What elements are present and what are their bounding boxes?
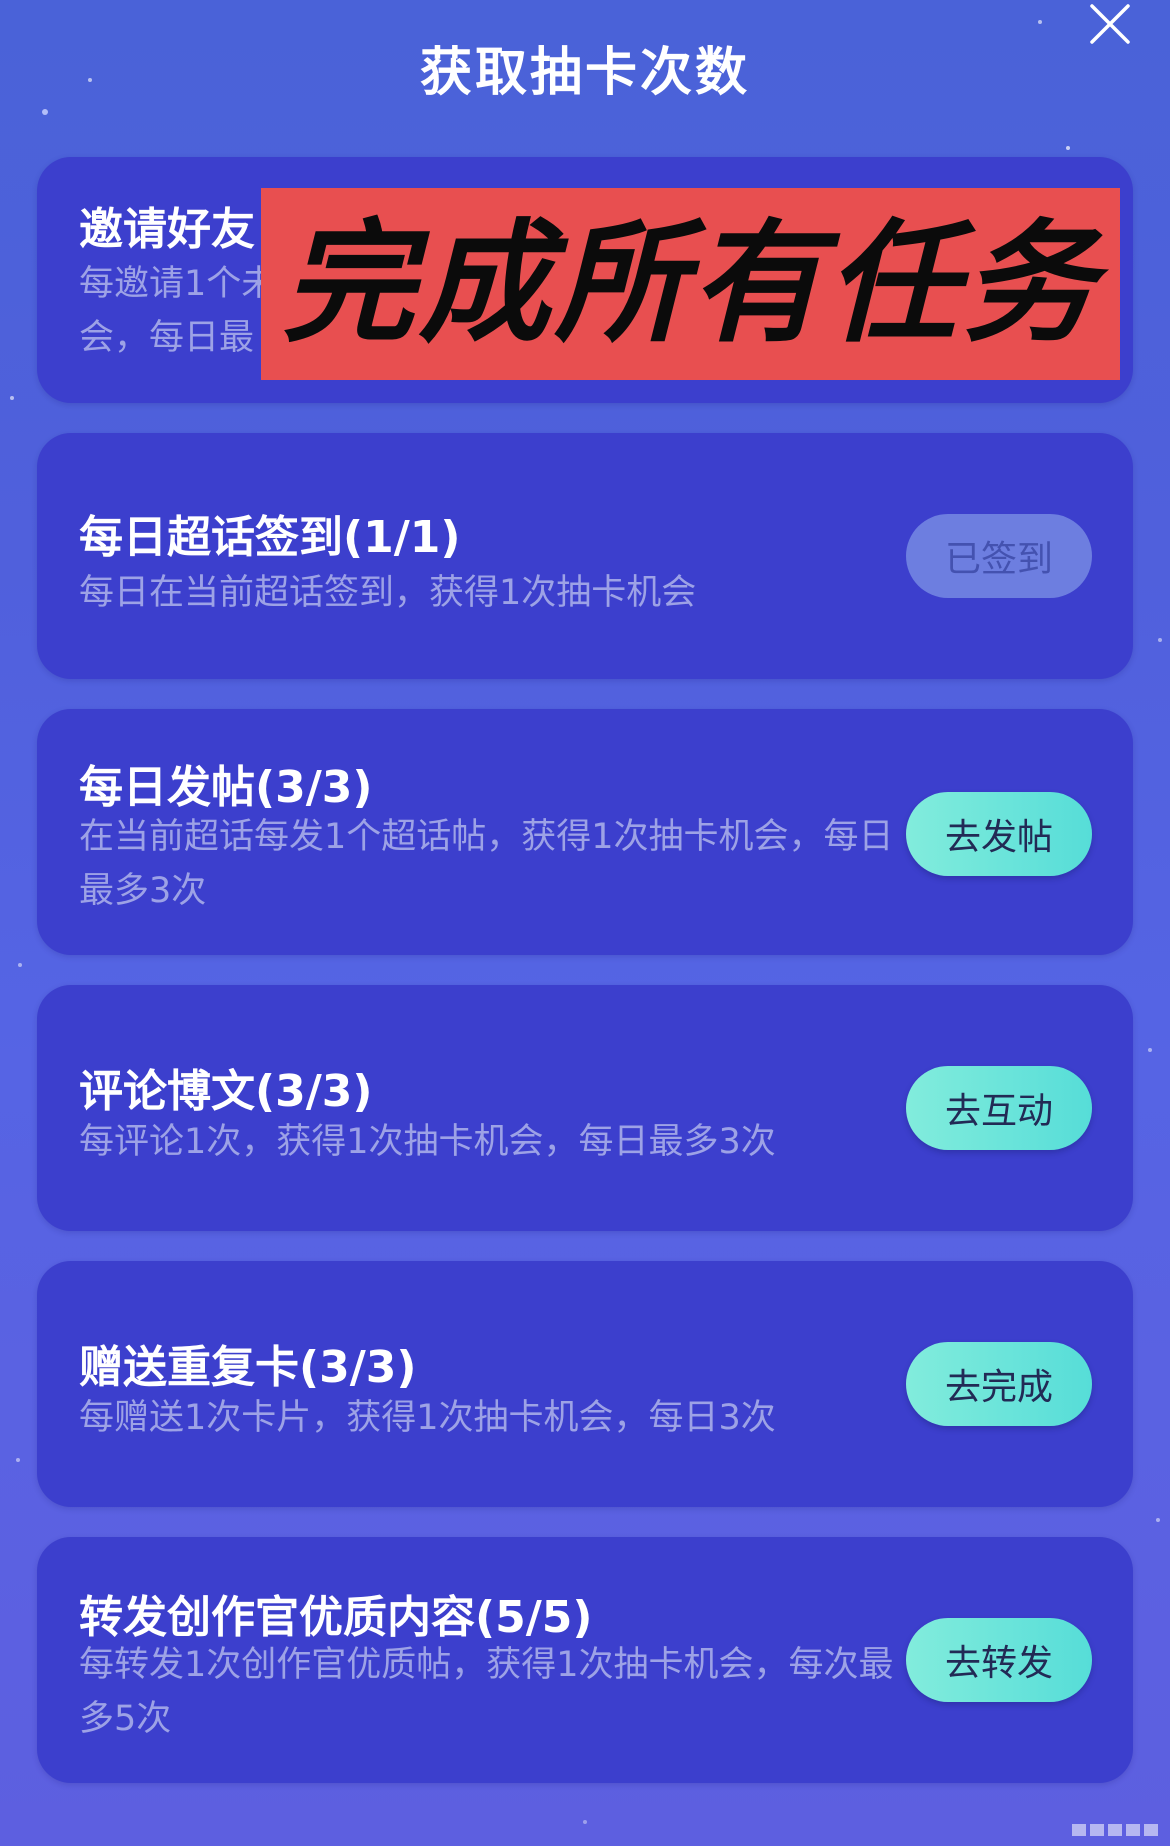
dialog-header: 获取抽卡次数 bbox=[0, 0, 1170, 150]
task-description: 每赠送1次卡片，获得1次抽卡机会，每日3次 bbox=[79, 1398, 776, 1438]
close-icon bbox=[1090, 4, 1130, 44]
task-title: 赠送重复卡(3/3) bbox=[79, 1342, 417, 1393]
task-description: 每评论1次，获得1次抽卡机会，每日最多3次 bbox=[79, 1122, 776, 1162]
task-title: 评论博文(3/3) bbox=[79, 1066, 373, 1117]
task-title: 邀请好友 bbox=[79, 204, 255, 255]
task-card-comment: 评论博文(3/3) 每评论1次，获得1次抽卡机会，每日最多3次 去互动 bbox=[37, 985, 1133, 1231]
checked-in-button[interactable]: 已签到 bbox=[906, 514, 1092, 598]
task-title: 每日发帖(3/3) bbox=[79, 762, 373, 813]
overlay-banner: 完成所有任务 bbox=[261, 188, 1120, 380]
go-complete-button[interactable]: 去完成 bbox=[906, 1342, 1092, 1426]
task-card-post: 每日发帖(3/3) 在当前超话每发1个超话帖，获得1次抽卡机会，每日最多3次 去… bbox=[37, 709, 1133, 955]
watermark-icon bbox=[1072, 1824, 1158, 1836]
go-repost-button[interactable]: 去转发 bbox=[906, 1618, 1092, 1702]
task-card-gift: 赠送重复卡(3/3) 每赠送1次卡片，获得1次抽卡机会，每日3次 去完成 bbox=[37, 1261, 1133, 1507]
task-title: 每日超话签到(1/1) bbox=[79, 512, 461, 563]
task-card-repost: 转发创作官优质内容(5/5) 每转发1次创作官优质帖，获得1次抽卡机会，每次最多… bbox=[37, 1537, 1133, 1783]
task-description: 每邀请1个未 会，每日最 bbox=[79, 264, 277, 358]
overlay-banner-text: 完成所有任务 bbox=[282, 207, 1099, 361]
task-title: 转发创作官优质内容(5/5) bbox=[79, 1592, 593, 1643]
task-description: 每转发1次创作官优质帖，获得1次抽卡机会，每次最多5次 bbox=[79, 1645, 894, 1739]
close-button[interactable] bbox=[1082, 0, 1138, 52]
task-description: 在当前超话每发1个超话帖，获得1次抽卡机会，每日最多3次 bbox=[79, 817, 894, 911]
task-card-checkin: 每日超话签到(1/1) 每日在当前超话签到，获得1次抽卡机会 已签到 bbox=[37, 433, 1133, 679]
go-post-button[interactable]: 去发帖 bbox=[906, 792, 1092, 876]
go-interact-button[interactable]: 去互动 bbox=[906, 1066, 1092, 1150]
page-title: 获取抽卡次数 bbox=[419, 43, 750, 103]
task-description: 每日在当前超话签到，获得1次抽卡机会 bbox=[79, 573, 697, 613]
